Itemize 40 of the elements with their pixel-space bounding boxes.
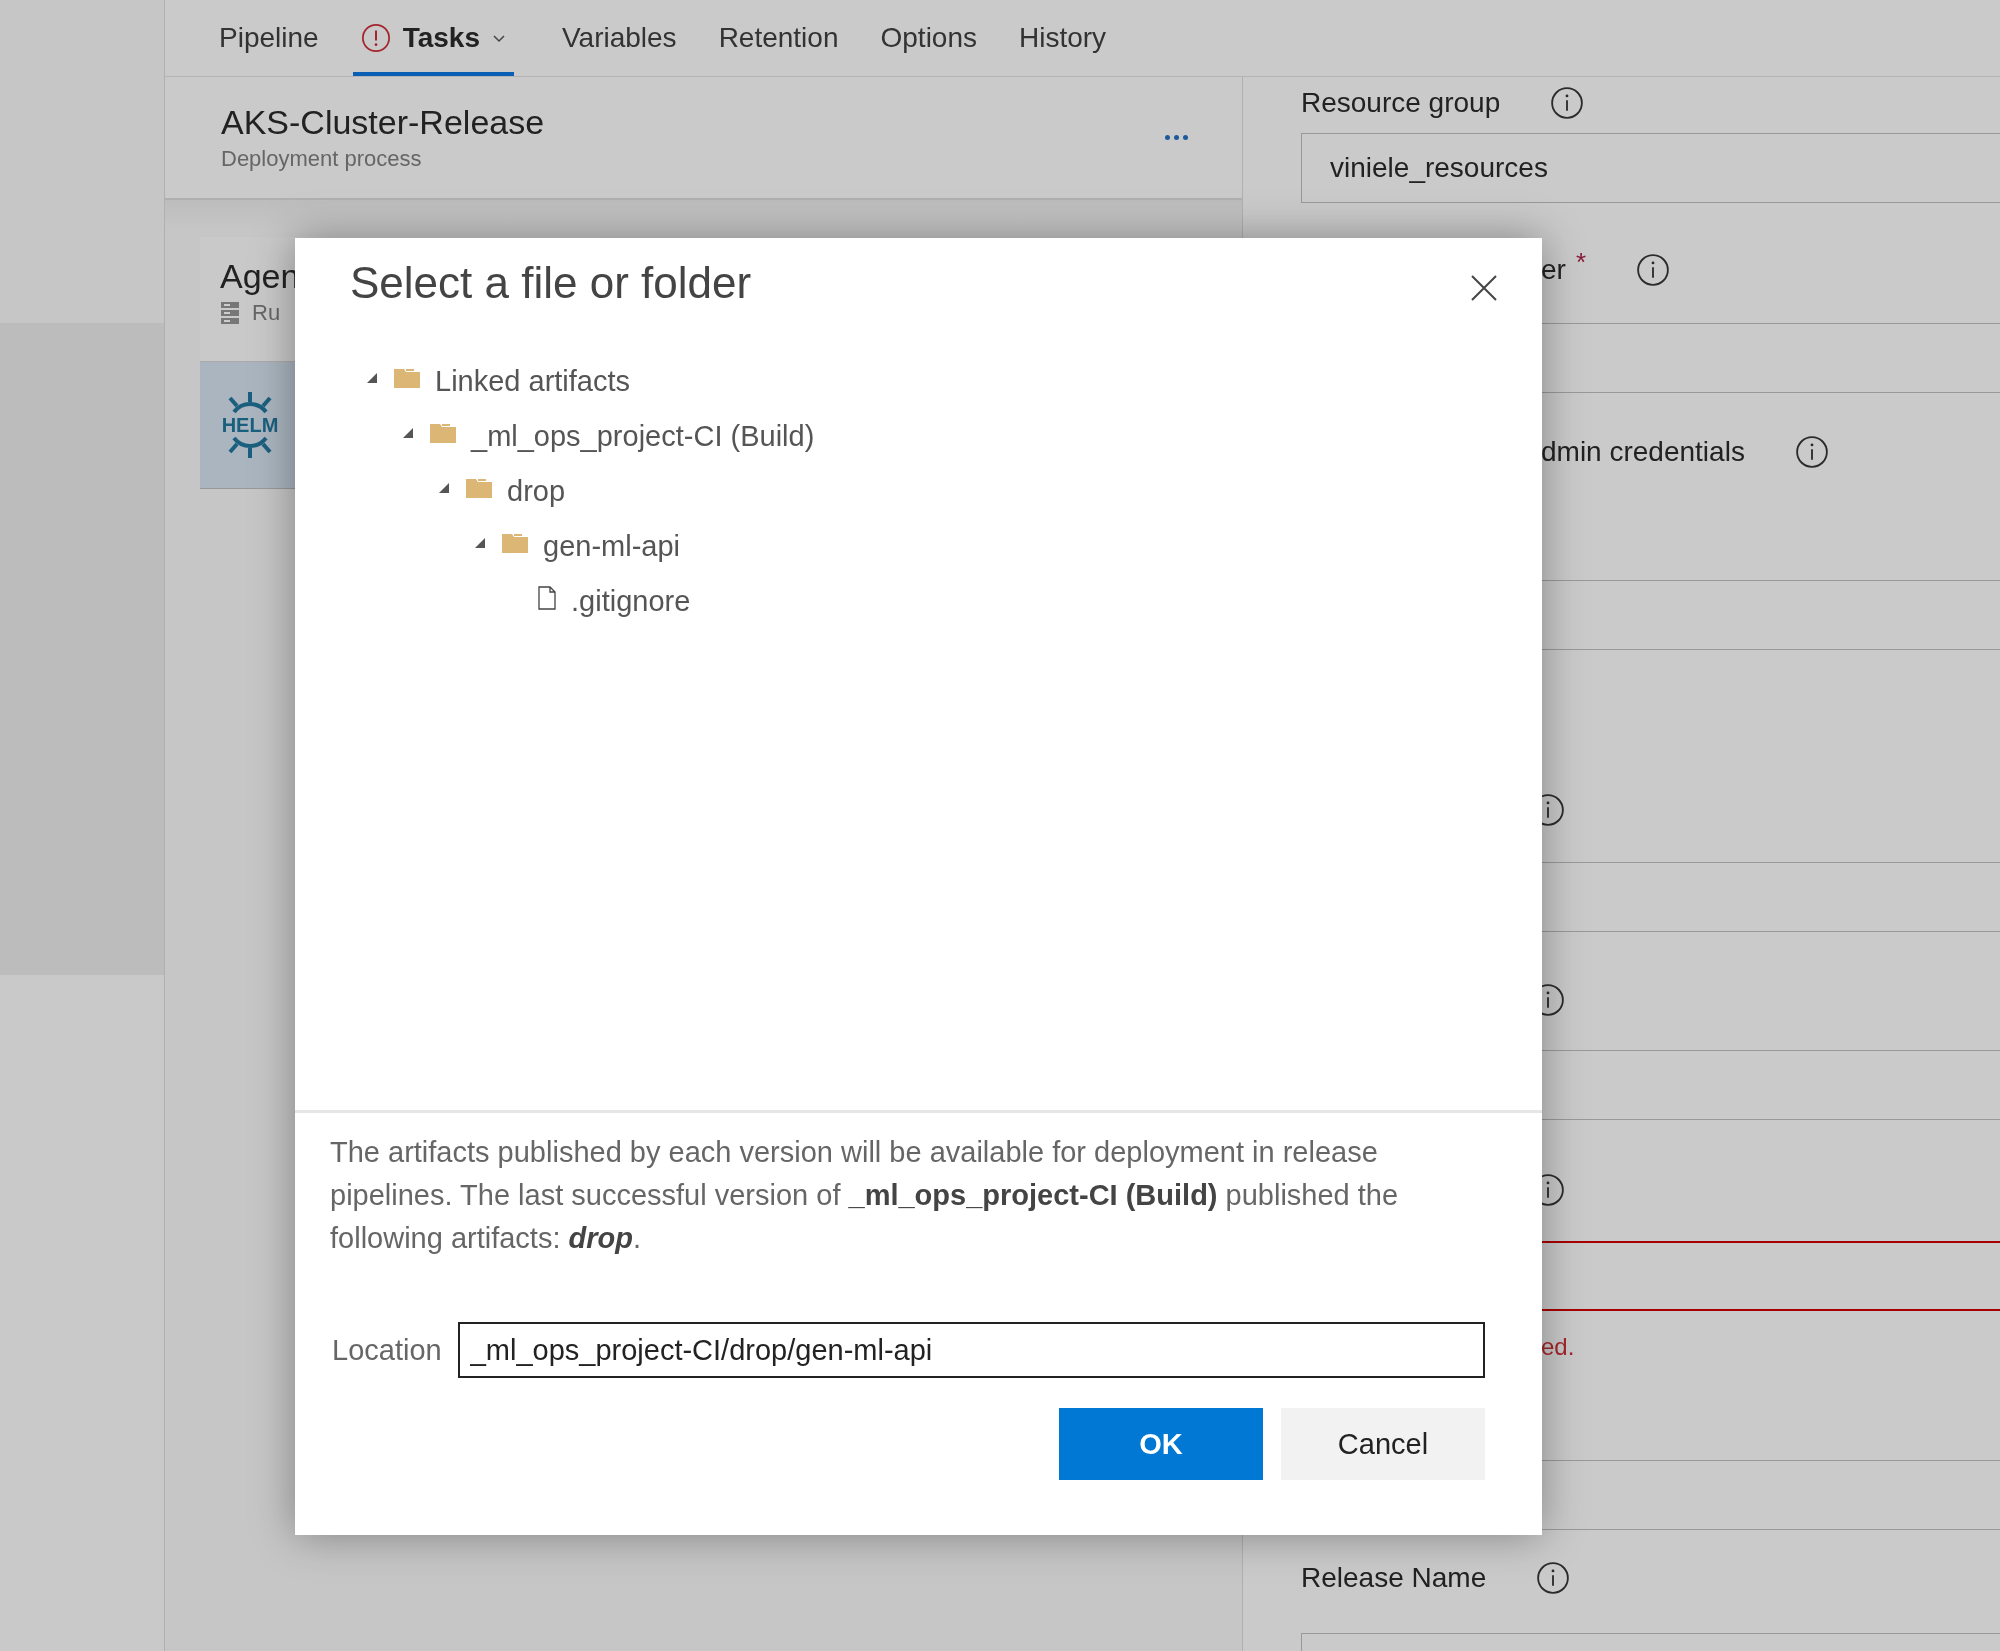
field-label: Resource group [1301,87,1501,119]
folder-icon [429,421,457,444]
folder-icon [501,531,529,554]
tree-item[interactable]: _ml_ops_project-CI (Build) [429,420,815,453]
tab[interactable]: Options [872,0,985,76]
field-label: dmin credentials [1541,436,1745,468]
tab[interactable]: Tasks [352,0,514,76]
chevron-down-icon [491,33,506,43]
tree-item[interactable]: drop [465,475,566,508]
location-field[interactable]: _ml_ops_project-CI/drop/gen-ml-api [457,1322,1485,1378]
pipeline-subtitle: Deployment process [221,146,423,172]
info-icon[interactable] [1550,86,1585,120]
text-field[interactable]: viniele_resources [1301,133,2000,203]
ok-button[interactable]: OK [1059,1408,1263,1480]
info-icon[interactable] [1636,253,1671,287]
tab[interactable]: Pipeline [211,0,327,76]
tree-item[interactable]: gen-ml-api [501,530,680,563]
file-icon [537,585,557,610]
info-icon[interactable] [1794,435,1829,469]
error-message: ed. [1541,1333,1575,1361]
tab[interactable]: History [1011,0,1115,76]
info-icon[interactable] [1536,1561,1571,1595]
warning-icon [360,23,391,53]
required-mark: * [1575,247,1587,278]
dialog-title: Select a file or folder [350,258,753,308]
tab[interactable]: Retention [710,0,847,76]
tree-item[interactable]: Linked artifacts [393,365,631,398]
folder-icon [465,476,493,499]
helm-logo-text: HELM [221,413,279,437]
field-label: er [1541,254,1566,286]
phase-detail: Ru [252,300,281,326]
field-label: Release Name [1301,1562,1487,1594]
pipeline-title: AKS-Cluster-Release [221,103,546,142]
server-icon [220,301,240,325]
description-text: The artifacts published by each version will be available for deployment in release pipelines. The last successful version of _ml_ops_project-CI (Build) published the following artifacts: drop. [330,1135,1400,1256]
cancel-button[interactable]: Cancel [1281,1408,1485,1480]
location-label: Location [332,1333,442,1367]
tab[interactable]: Variables [553,0,685,76]
folder-icon [393,366,421,389]
tree-item[interactable]: .gitignore [537,585,691,618]
